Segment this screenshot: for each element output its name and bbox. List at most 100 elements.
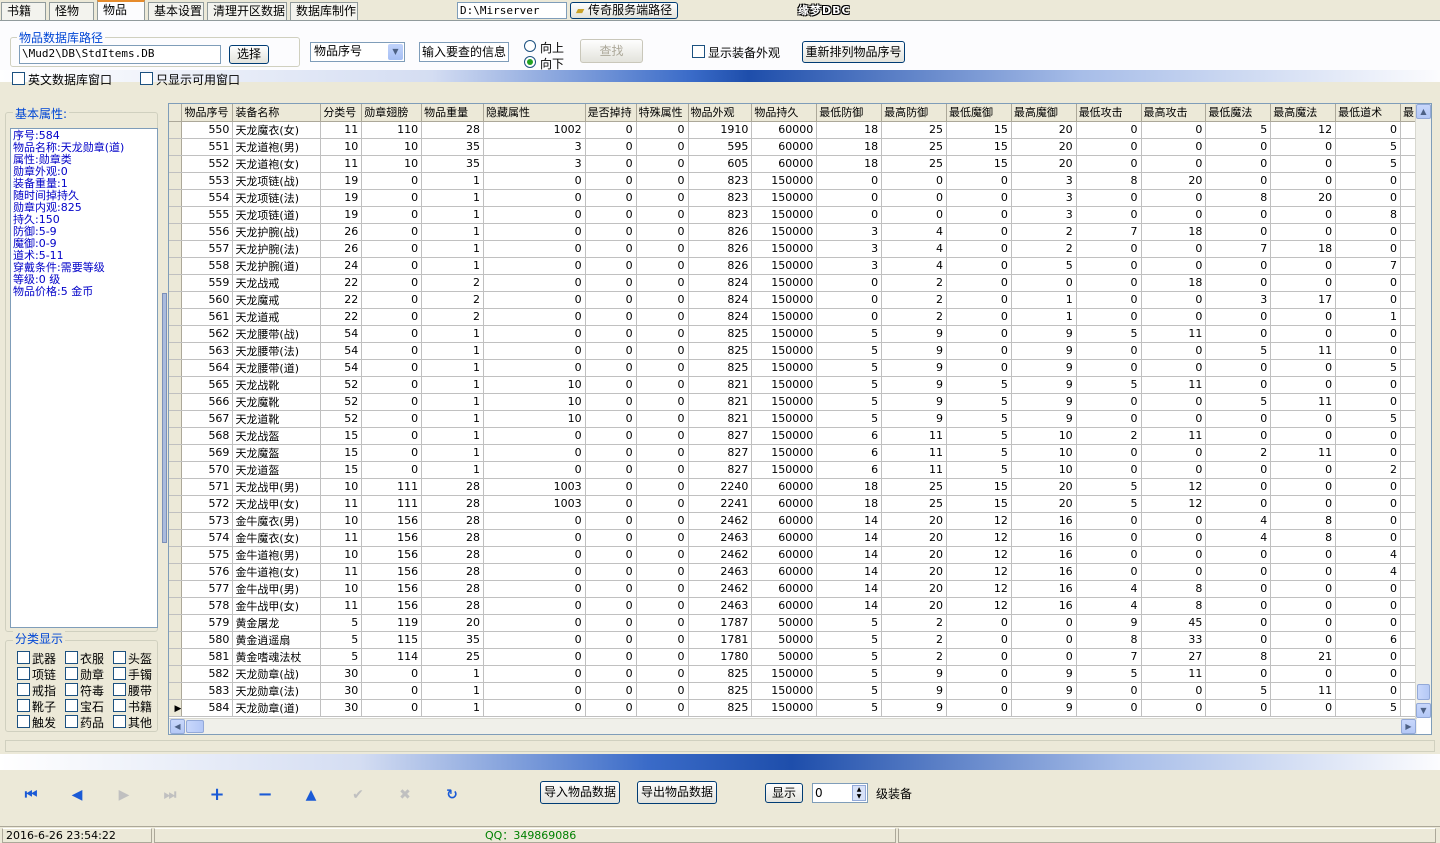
row-indicator[interactable] — [169, 376, 183, 394]
table-cell[interactable]: 0 — [361, 274, 423, 292]
tab-database-build[interactable]: 数据库制作 — [290, 2, 358, 20]
table-cell[interactable]: 0 — [361, 665, 423, 683]
table-cell[interactable]: 824 — [688, 274, 753, 292]
table-cell[interactable]: 19 — [320, 172, 363, 190]
table-cell[interactable]: 0 — [1141, 461, 1207, 479]
table-cell[interactable]: 562 — [181, 325, 234, 343]
table-cell[interactable]: 553 — [181, 172, 234, 190]
table-row[interactable]: 568 天龙战盔 15 0 1 0 0 0 827 150000 6 11 5 10 2 11 0 0 0 — [169, 427, 1431, 445]
table-cell[interactable]: 金牛战甲(男) — [232, 580, 322, 598]
horizontal-scroll-thumb[interactable] — [186, 720, 204, 733]
table-cell[interactable]: 0 — [636, 257, 689, 275]
table-cell[interactable]: 0 — [636, 682, 689, 700]
table-cell[interactable]: 0 — [1270, 274, 1337, 292]
table-cell[interactable]: 8 — [1076, 631, 1142, 649]
table-cell[interactable]: 35 — [421, 138, 485, 156]
table-cell[interactable]: 15 — [946, 138, 1012, 156]
table-cell[interactable]: 9 — [881, 325, 947, 343]
table-cell[interactable]: 0 — [483, 512, 586, 530]
table-cell[interactable]: 11 — [1270, 342, 1337, 360]
column-header[interactable]: 特殊属性 — [636, 104, 689, 122]
column-header[interactable]: 最高防御 — [881, 104, 947, 122]
table-cell[interactable]: 14 — [816, 563, 883, 581]
table-cell[interactable]: 5 — [320, 631, 363, 649]
table-cell[interactable]: 583 — [181, 682, 234, 700]
table-cell[interactable]: 16 — [1011, 512, 1077, 530]
table-cell[interactable]: 110 — [361, 121, 423, 139]
table-cell[interactable]: 0 — [483, 189, 586, 207]
table-cell[interactable]: 0 — [1335, 240, 1401, 258]
table-cell[interactable]: 0 — [585, 257, 637, 275]
table-cell[interactable]: 5 — [1076, 478, 1142, 496]
table-cell[interactable]: 10 — [320, 478, 363, 496]
column-header[interactable]: 装备名称 — [232, 104, 322, 122]
table-cell[interactable]: 0 — [361, 308, 423, 326]
row-indicator[interactable] — [169, 631, 183, 649]
table-cell[interactable]: 564 — [181, 359, 234, 377]
table-cell[interactable]: 3 — [816, 223, 883, 241]
table-cell[interactable]: 578 — [181, 597, 234, 615]
table-cell[interactable]: 0 — [636, 291, 689, 309]
table-cell[interactable]: 6 — [1335, 631, 1401, 649]
table-cell[interactable]: 7 — [1076, 648, 1142, 666]
table-cell[interactable]: 10 — [320, 138, 363, 156]
table-cell[interactable]: 11 — [1270, 393, 1337, 411]
table-cell[interactable]: 5 — [320, 648, 363, 666]
table-cell[interactable]: 0 — [816, 172, 883, 190]
table-cell[interactable]: 28 — [421, 512, 485, 530]
table-row[interactable]: 572 天龙战甲(女) 11 111 28 1003 0 0 2241 60000 18 25 15 20… — [169, 495, 1431, 513]
category-checkbox[interactable] — [17, 715, 30, 728]
table-cell[interactable]: 150000 — [751, 274, 818, 292]
table-cell[interactable]: 5 — [946, 427, 1012, 445]
table-cell[interactable]: 0 — [585, 138, 637, 156]
table-cell[interactable]: 5 — [1205, 342, 1272, 360]
table-cell[interactable]: 8 — [1205, 189, 1272, 207]
column-header[interactable]: 最低攻击 — [1076, 104, 1142, 122]
prior-record-icon[interactable]: ◀ — [68, 786, 86, 804]
table-cell[interactable]: 5 — [1335, 359, 1401, 377]
table-cell[interactable]: 9 — [1011, 699, 1077, 717]
table-cell[interactable]: 826 — [688, 257, 753, 275]
table-cell[interactable]: 0 — [946, 172, 1012, 190]
table-cell[interactable]: 0 — [483, 257, 586, 275]
table-cell[interactable]: 0 — [636, 376, 689, 394]
table-cell[interactable]: 8 — [1205, 648, 1272, 666]
table-cell[interactable]: 天龙战甲(女) — [232, 495, 322, 513]
table-cell[interactable]: 12 — [946, 529, 1012, 547]
table-cell[interactable]: 823 — [688, 206, 753, 224]
table-cell[interactable]: 0 — [483, 631, 586, 649]
table-cell[interactable]: 0 — [483, 359, 586, 377]
table-cell[interactable]: 0 — [483, 597, 586, 615]
only-usable-checkbox[interactable] — [140, 72, 153, 85]
table-cell[interactable]: 3 — [816, 257, 883, 275]
table-cell[interactable]: 0 — [483, 546, 586, 564]
table-cell[interactable]: 1 — [421, 393, 485, 411]
table-cell[interactable]: 824 — [688, 291, 753, 309]
table-cell[interactable]: 30 — [320, 665, 363, 683]
table-cell[interactable]: 11 — [881, 461, 947, 479]
table-cell[interactable]: 19 — [320, 206, 363, 224]
table-cell[interactable]: 金牛魔衣(女) — [232, 529, 322, 547]
table-cell[interactable]: 0 — [1205, 546, 1272, 564]
table-cell[interactable]: 150000 — [751, 257, 818, 275]
table-cell[interactable]: 15 — [946, 478, 1012, 496]
table-cell[interactable]: 0 — [1335, 648, 1401, 666]
table-cell[interactable]: 25 — [881, 495, 947, 513]
table-row[interactable]: 551 天龙道袍(男) 10 10 35 3 0 0 595 60000 18 25 15 20 0 0 0 0 5 — [169, 138, 1431, 156]
table-cell[interactable]: 9 — [881, 393, 947, 411]
table-cell[interactable]: 550 — [181, 121, 234, 139]
table-cell[interactable]: 156 — [361, 512, 423, 530]
table-cell[interactable]: 0 — [636, 359, 689, 377]
table-cell[interactable]: 2 — [881, 291, 947, 309]
table-cell[interactable]: 1 — [421, 359, 485, 377]
column-header[interactable]: 物品序号 — [181, 104, 234, 122]
table-cell[interactable]: 0 — [636, 240, 689, 258]
table-cell[interactable]: 0 — [816, 206, 883, 224]
table-cell[interactable]: 9 — [881, 342, 947, 360]
table-cell[interactable]: 1 — [421, 682, 485, 700]
table-cell[interactable]: 0 — [1335, 597, 1401, 615]
table-cell[interactable]: 575 — [181, 546, 234, 564]
table-cell[interactable]: 9 — [1011, 359, 1077, 377]
column-header[interactable]: 是否掉持 — [585, 104, 637, 122]
table-cell[interactable]: 0 — [946, 665, 1012, 683]
